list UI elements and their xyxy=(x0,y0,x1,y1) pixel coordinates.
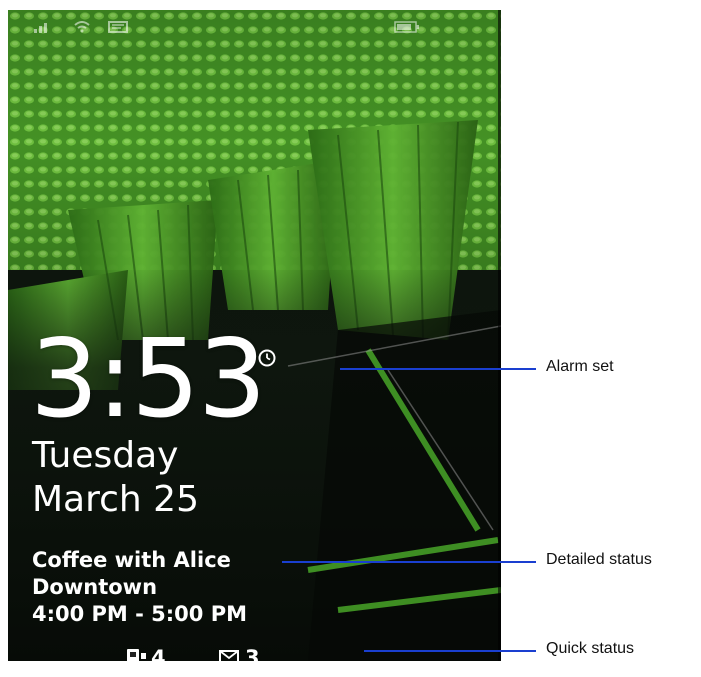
quick-callout-line xyxy=(364,650,536,652)
alarm-icon xyxy=(256,346,278,373)
detailed-callout-line xyxy=(282,561,536,563)
signal-icon xyxy=(34,20,52,38)
alarm-callout-line xyxy=(340,368,536,370)
lock-date: March 25 xyxy=(32,479,199,520)
quick-status-calls-count: 4 xyxy=(151,645,166,661)
quick-status-calls: 4 xyxy=(126,647,166,661)
detailed-status-title: Coffee with Alice xyxy=(32,548,231,572)
battery-icon xyxy=(394,20,420,38)
detailed-status-location: Downtown xyxy=(32,575,158,599)
lock-time: 3:53 xyxy=(30,317,267,442)
quick-status-email-count: 3 xyxy=(245,645,260,661)
quick-callout-label: Quick status xyxy=(546,640,635,657)
detailed-callout-label: Detailed status xyxy=(546,551,652,568)
lock-screen: 3:53 Tuesday March 25 Coffee with Alice … xyxy=(8,10,501,661)
phone-call-icon xyxy=(126,647,148,661)
email-icon xyxy=(218,647,242,661)
lock-day: Tuesday xyxy=(32,435,179,476)
wifi-icon xyxy=(74,20,90,38)
quick-status-email: 3 xyxy=(218,647,260,661)
message-icon xyxy=(108,20,128,38)
detailed-status-time: 4:00 PM - 5:00 PM xyxy=(32,602,248,626)
alarm-callout-label: Alarm set xyxy=(546,358,614,375)
status-bar xyxy=(8,10,501,40)
